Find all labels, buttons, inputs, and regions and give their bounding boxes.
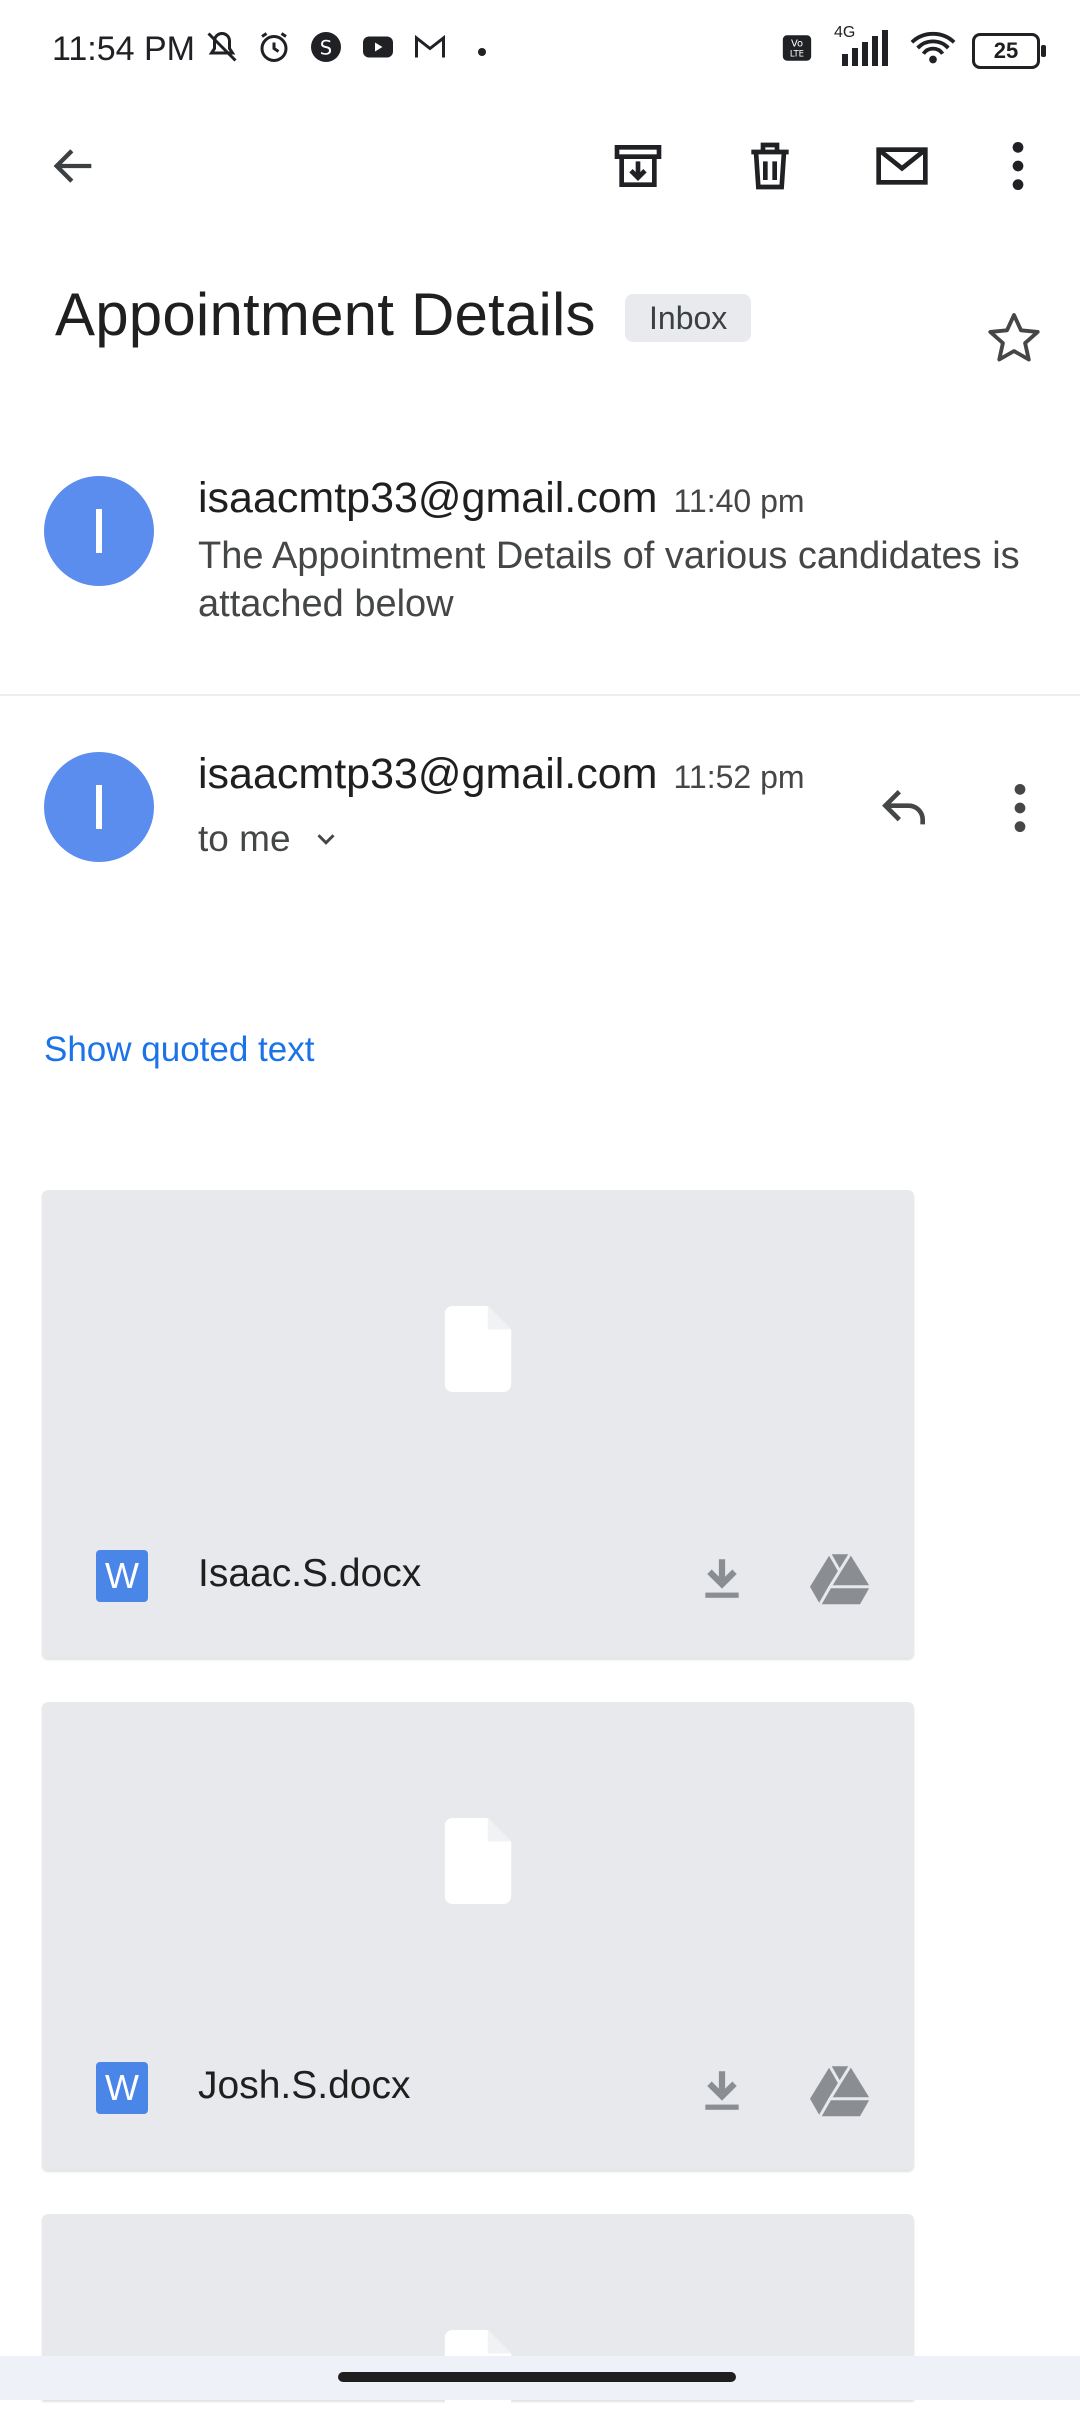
email-subject: Appointment Details xyxy=(55,281,596,348)
word-file-icon: W xyxy=(96,1550,148,1602)
archive-icon xyxy=(614,145,662,187)
recipient-details-toggle[interactable]: to me xyxy=(198,818,341,860)
message-time: 11:40 pm xyxy=(673,483,805,519)
network-type: 4G xyxy=(834,24,856,41)
back-button[interactable] xyxy=(34,126,114,206)
volte-icon: Vo LTE xyxy=(780,31,814,70)
mute-icon xyxy=(203,28,241,66)
message-header: isaacmtp33@gmail.com 11:40 pm xyxy=(198,474,805,523)
more-notifications-dot xyxy=(478,48,486,56)
alarm-icon xyxy=(255,28,293,66)
status-system-icons: Vo LTE 4G 25 xyxy=(780,24,1046,71)
svg-text:LTE: LTE xyxy=(790,50,804,60)
delete-icon xyxy=(751,142,789,190)
mark-unread-button[interactable] xyxy=(862,126,942,206)
back-icon xyxy=(53,149,92,183)
status-notification-icons: S xyxy=(203,28,449,66)
more-vert-icon xyxy=(1014,783,1026,833)
star-button[interactable] xyxy=(974,298,1054,378)
home-gesture-handle[interactable] xyxy=(338,2372,736,2382)
reply-button[interactable] xyxy=(864,768,944,848)
status-time: 11:54 PM xyxy=(52,30,196,68)
download-icon xyxy=(705,2071,739,2110)
divider xyxy=(0,694,1080,696)
download-button[interactable] xyxy=(682,2050,762,2130)
drive-icon xyxy=(810,2065,870,2117)
show-quoted-text-link[interactable]: Show quoted text xyxy=(44,1030,314,1070)
youtube-icon xyxy=(359,28,397,66)
recipient-text: to me xyxy=(198,818,291,859)
more-vert-icon xyxy=(1012,141,1024,191)
file-preview-icon xyxy=(444,1818,512,1904)
wifi-icon xyxy=(910,30,956,71)
attachment-filename: Josh.S.docx xyxy=(198,2064,411,2107)
star-icon xyxy=(988,313,1040,362)
message-collapsed[interactable]: I isaacmtp33@gmail.com 11:40 pm The Appo… xyxy=(0,440,1080,690)
attachment-card[interactable]: W Isaac.S.docx xyxy=(42,1190,914,1658)
svg-text:Vo: Vo xyxy=(791,39,803,50)
save-to-drive-button[interactable] xyxy=(800,1538,880,1618)
inbox-label-chip[interactable]: Inbox xyxy=(625,294,752,342)
avatar[interactable]: I xyxy=(44,752,154,862)
s-app-icon: S xyxy=(307,28,345,66)
gmail-icon xyxy=(411,28,449,66)
message-time: 11:52 pm xyxy=(673,759,805,795)
file-preview-icon xyxy=(444,1306,512,1392)
avatar[interactable]: I xyxy=(44,476,154,586)
message-header: isaacmtp33@gmail.com 11:52 pm xyxy=(198,750,805,799)
svg-text:S: S xyxy=(320,37,332,60)
reply-icon xyxy=(882,790,925,825)
download-icon xyxy=(705,1559,739,1598)
attachment-card[interactable]: W Josh.S.docx xyxy=(42,1702,914,2170)
signal-icon: 4G xyxy=(830,24,894,71)
archive-button[interactable] xyxy=(598,126,678,206)
message-snippet: The Appointment Details of various candi… xyxy=(198,535,1020,625)
word-file-icon: W xyxy=(96,2062,148,2114)
sender-email: isaacmtp33@gmail.com xyxy=(198,750,658,798)
sender-email: isaacmtp33@gmail.com xyxy=(198,474,658,522)
drive-icon xyxy=(810,1553,870,1605)
battery-level: 25 xyxy=(993,37,1019,63)
download-button[interactable] xyxy=(682,1538,762,1618)
chevron-down-icon xyxy=(316,834,335,845)
delete-button[interactable] xyxy=(730,126,810,206)
battery-icon: 25 xyxy=(972,32,1046,69)
mark-unread-icon xyxy=(876,147,928,185)
message-more-button[interactable] xyxy=(980,768,1060,848)
save-to-drive-button[interactable] xyxy=(800,2050,880,2130)
more-options-button[interactable] xyxy=(978,126,1058,206)
attachment-filename: Isaac.S.docx xyxy=(198,1552,422,1595)
